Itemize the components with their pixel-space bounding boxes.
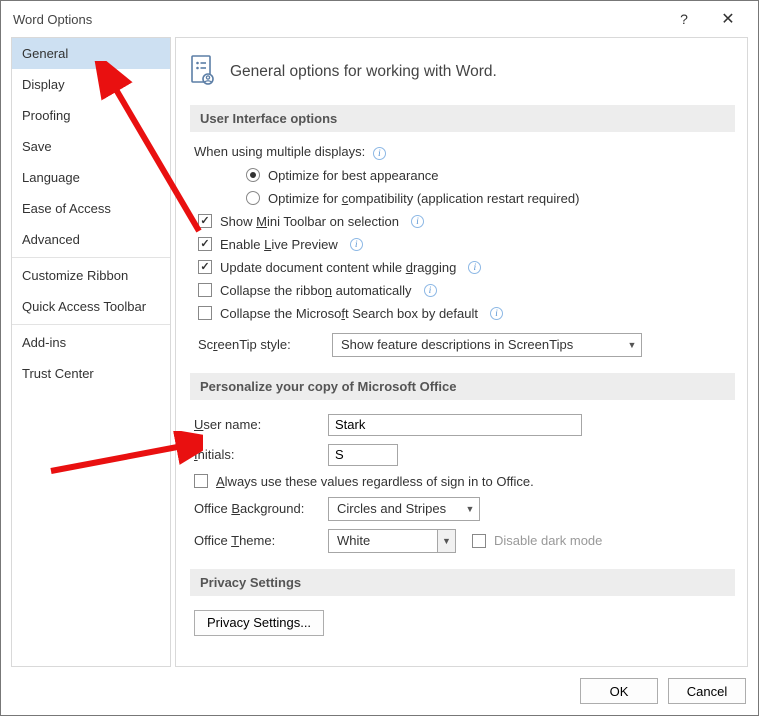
sidebar-item-quick-access-toolbar[interactable]: Quick Access Toolbar [12,291,170,322]
info-icon[interactable] [468,261,481,274]
info-icon[interactable] [373,147,386,160]
info-icon[interactable] [411,215,424,228]
check-live-preview[interactable]: Enable Live Preview [194,233,735,256]
section-personalize: Personalize your copy of Microsoft Offic… [190,373,735,400]
office-theme-label: Office Theme: [194,533,320,548]
sidebar-item-advanced[interactable]: Advanced [12,224,170,255]
sidebar-separator [12,257,170,258]
chevron-down-icon: ▼ [623,334,641,356]
chevron-down-icon: ▼ [461,498,479,520]
content-panel: General options for working with Word. U… [175,37,748,667]
office-theme-combo[interactable]: White ▼ [328,529,456,553]
sidebar-item-ease-of-access[interactable]: Ease of Access [12,193,170,224]
checkbox-icon [198,214,212,228]
radio-optimize-appearance[interactable]: Optimize for best appearance [194,164,735,187]
checkbox-icon [198,260,212,274]
username-label: User name: [194,417,320,432]
checkbox-icon [472,534,486,548]
section-privacy: Privacy Settings [190,569,735,596]
section-ui-options: User Interface options [190,105,735,132]
checkbox-icon [198,306,212,320]
check-mini-toolbar[interactable]: Show Mini Toolbar on selection [194,210,735,233]
sidebar-item-customize-ribbon[interactable]: Customize Ribbon [12,260,170,291]
titlebar: Word Options ? ✕ [1,1,758,37]
check-drag-update[interactable]: Update document content while dragging [194,256,735,279]
sidebar-item-trust-center[interactable]: Trust Center [12,358,170,389]
username-input[interactable] [328,414,582,436]
dialog-footer: OK Cancel [1,667,758,715]
sidebar-item-language[interactable]: Language [12,162,170,193]
info-icon[interactable] [490,307,503,320]
initials-label: Initials: [194,447,320,462]
screentip-style-combo[interactable]: Show feature descriptions in ScreenTips … [332,333,642,357]
sidebar: General Display Proofing Save Language E… [11,37,171,667]
sidebar-item-proofing[interactable]: Proofing [12,100,170,131]
info-icon[interactable] [350,238,363,251]
sidebar-item-save[interactable]: Save [12,131,170,162]
help-button[interactable]: ? [662,3,706,35]
multi-displays-label: When using multiple displays: [194,142,735,164]
screentip-label: ScreenTip style: [198,337,324,352]
check-always-use[interactable]: Always use these values regardless of si… [190,470,735,493]
radio-optimize-compatibility[interactable]: Optimize for compatibility (application … [194,187,735,210]
title-text: Word Options [13,12,662,27]
checkbox-icon [198,283,212,297]
office-background-combo[interactable]: Circles and Stripes ▼ [328,497,480,521]
radio-icon [246,168,260,182]
sidebar-item-general[interactable]: General [12,38,170,69]
header-text: General options for working with Word. [230,63,497,81]
initials-input[interactable] [328,444,398,466]
checkbox-icon [198,237,212,251]
info-icon[interactable] [424,284,437,297]
word-options-dialog: Word Options ? ✕ General Display Proofin… [0,0,759,716]
cancel-button[interactable]: Cancel [668,678,746,704]
ok-button[interactable]: OK [580,678,658,704]
privacy-settings-button[interactable]: Privacy Settings... [194,610,324,636]
sidebar-item-display[interactable]: Display [12,69,170,100]
office-background-label: Office Background: [194,501,320,516]
checkbox-icon [194,474,208,488]
sidebar-item-add-ins[interactable]: Add-ins [12,327,170,358]
chevron-down-icon: ▼ [437,530,455,552]
close-button[interactable]: ✕ [706,3,750,35]
options-icon [190,54,218,89]
sidebar-separator [12,324,170,325]
radio-icon [246,191,260,205]
disable-dark-label: Disable dark mode [494,533,602,548]
check-collapse-search[interactable]: Collapse the Microsoft Search box by def… [194,302,735,325]
check-collapse-ribbon[interactable]: Collapse the ribbon automatically [194,279,735,302]
